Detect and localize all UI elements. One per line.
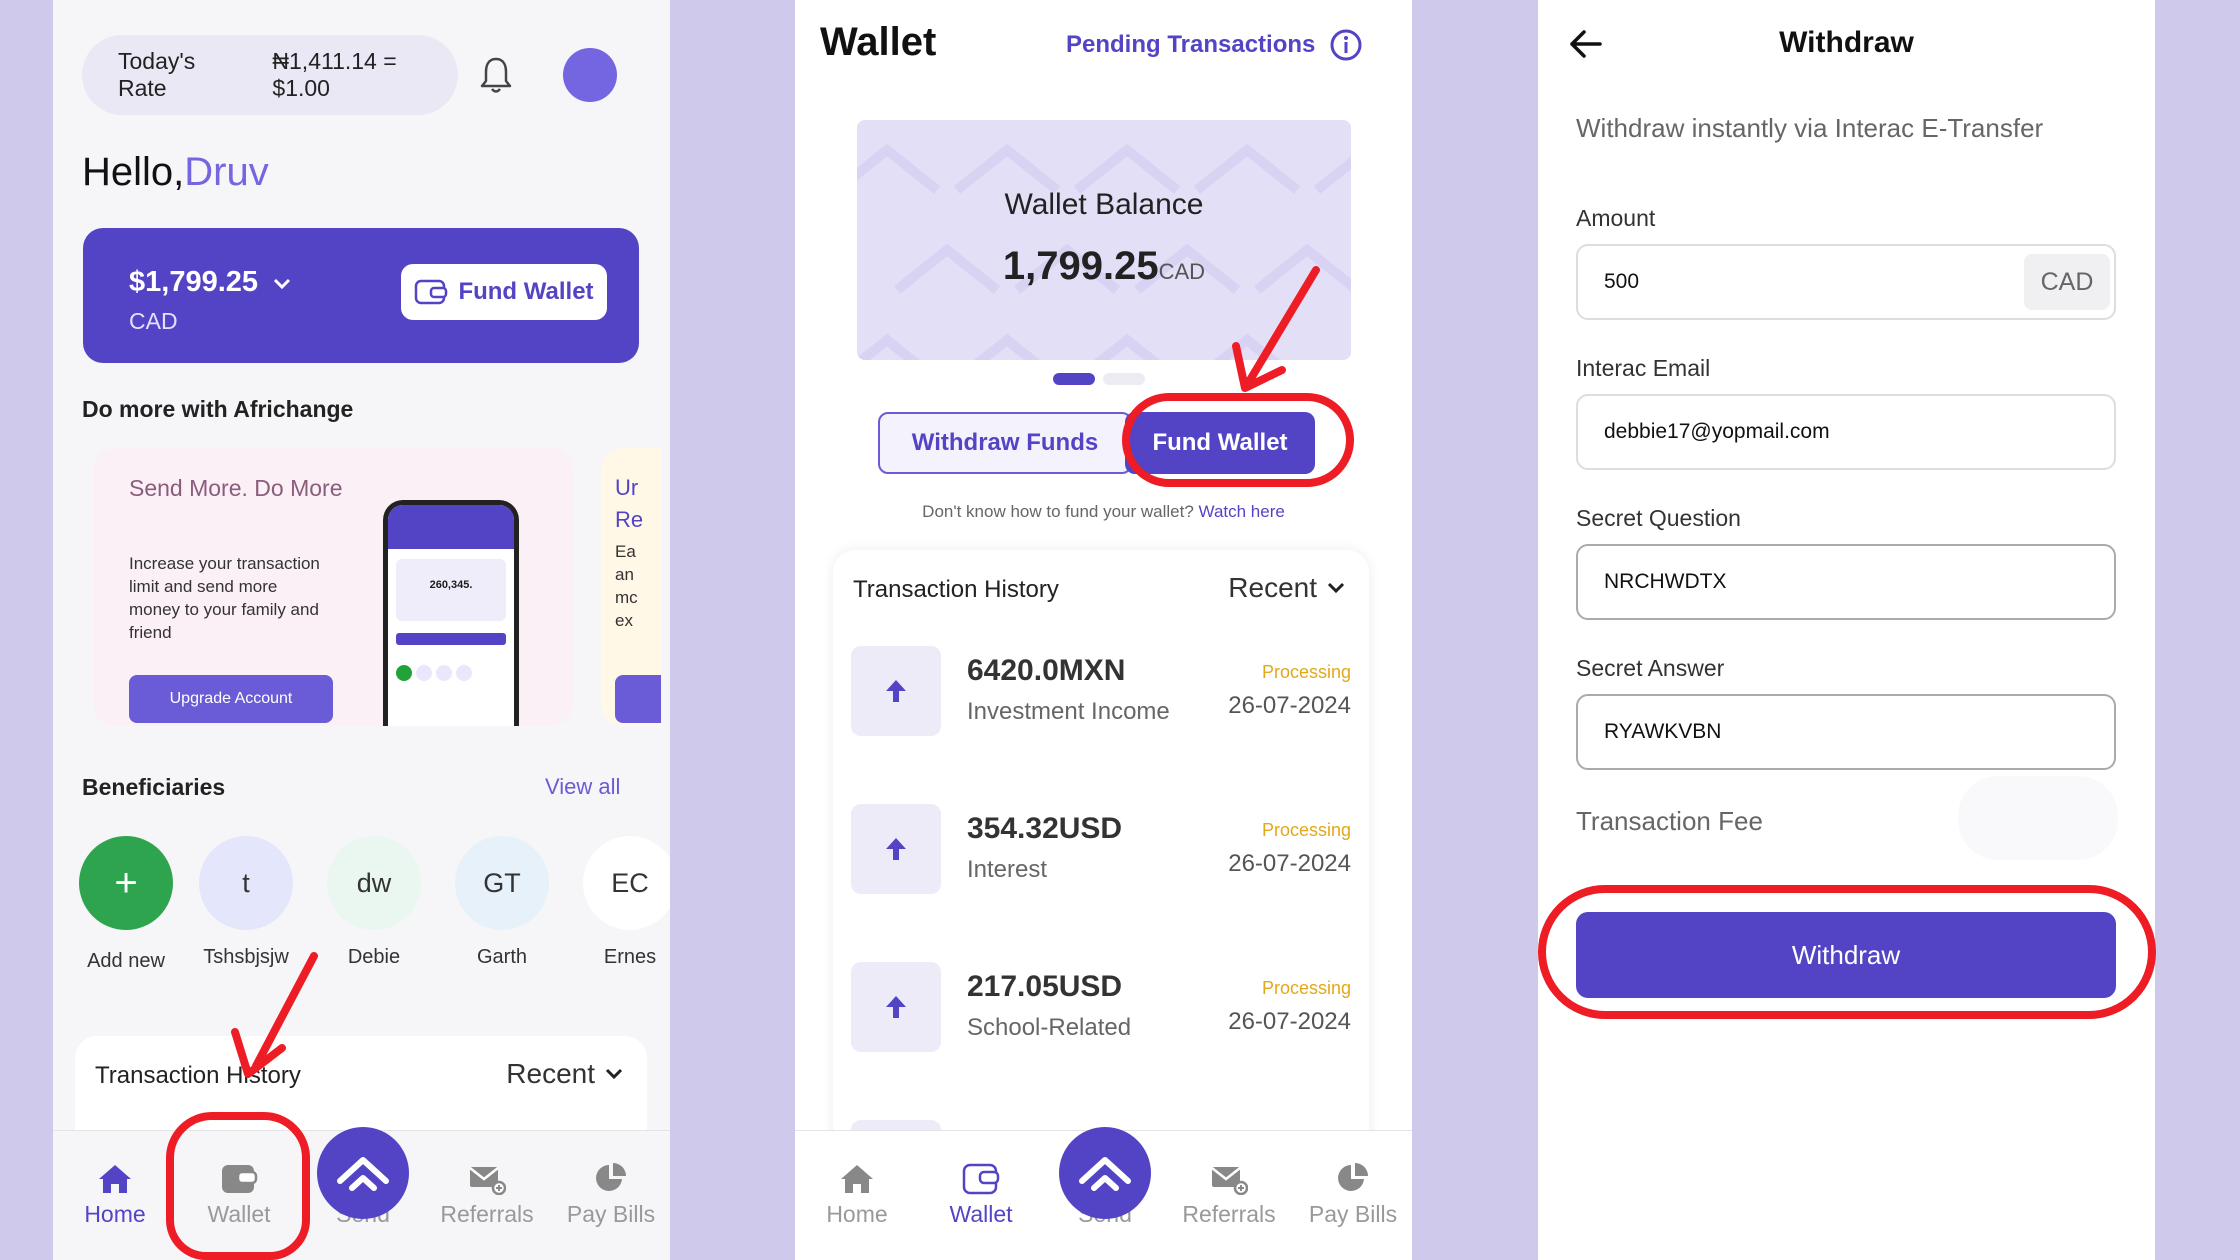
annotation-overlay: [231, 266, 1320, 1078]
annotation-circle-fund-wallet: [1122, 393, 1354, 487]
annotation-circle-withdraw: [1538, 885, 2156, 1019]
annotation-circle-wallet-nav: [166, 1112, 310, 1260]
annotation-arrow: [1246, 266, 1320, 384]
